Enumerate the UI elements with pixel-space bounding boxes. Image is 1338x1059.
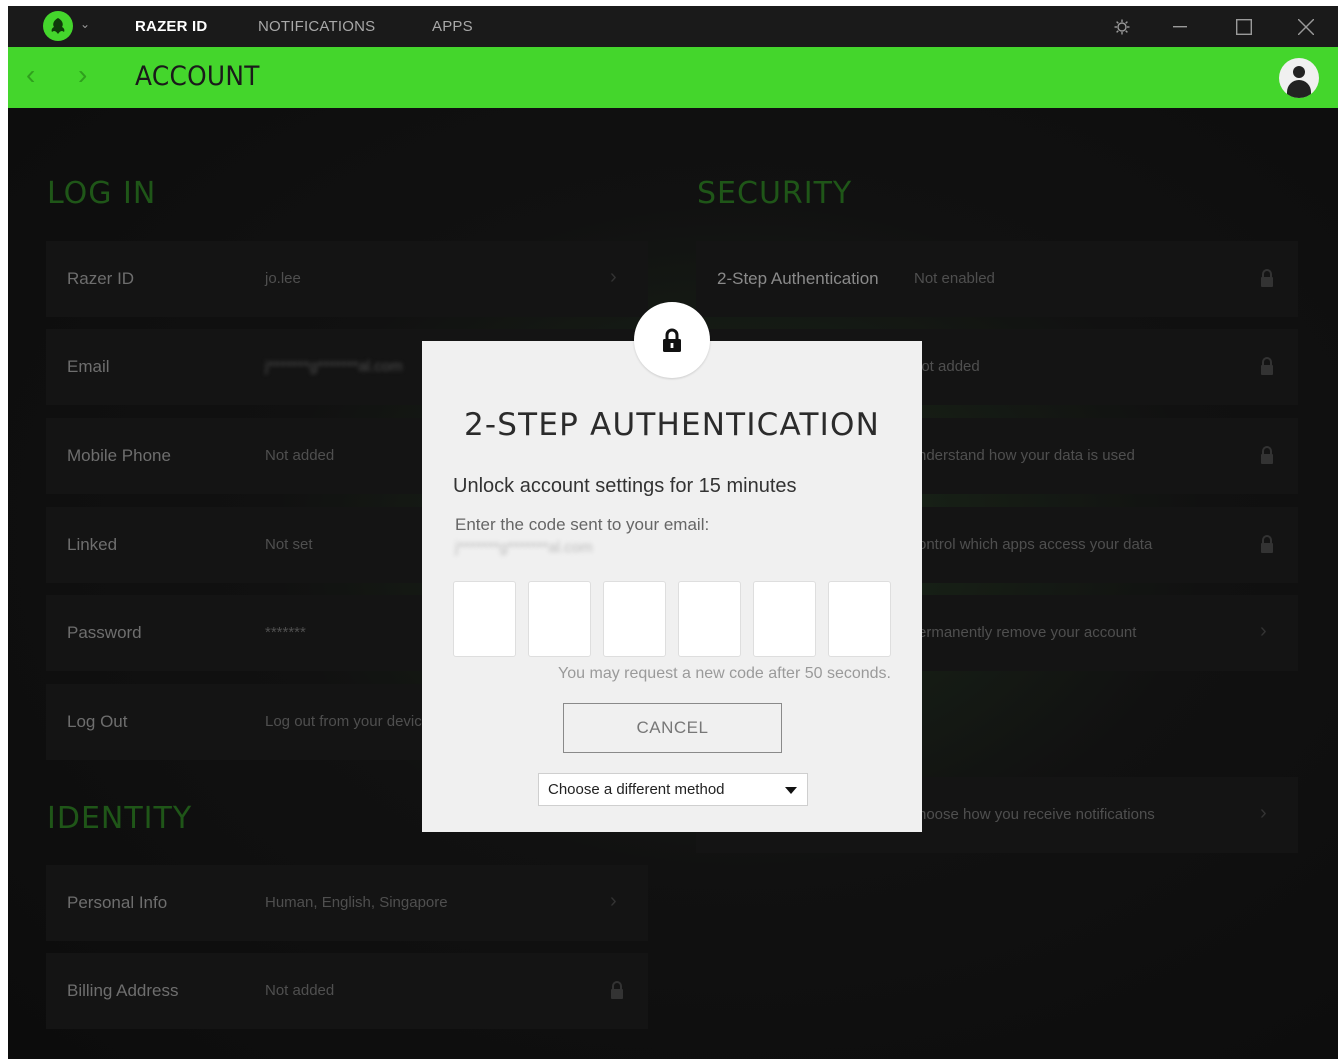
row-label: Linked (67, 535, 118, 554)
tab-notifications[interactable]: NOTIFICATIONS (258, 6, 375, 47)
method-select-label: Choose a different method (548, 781, 725, 798)
razer-snake-icon (51, 18, 65, 34)
row-value: jo.lee (265, 270, 301, 287)
row-value: Not added (265, 982, 335, 999)
row-label: Log Out (67, 712, 128, 731)
lock-icon (634, 302, 710, 378)
row-label: Billing Address (67, 981, 179, 1000)
chevron-right-icon: › (610, 890, 617, 912)
row-value: Not enabled (914, 270, 995, 287)
security-row-2fa[interactable]: 2-Step Authentication Not enabled (696, 241, 1298, 317)
row-value: Not added (265, 447, 335, 464)
code-digit-input[interactable] (603, 581, 666, 657)
resend-note: You may request a new code after 50 seco… (558, 665, 891, 682)
identity-row-personal-info[interactable]: Personal Info Human, English, Singapore … (46, 865, 648, 941)
lock-icon (1261, 269, 1273, 287)
row-label: Mobile Phone (67, 446, 171, 465)
lock-icon (1261, 357, 1273, 375)
tab-razer-id[interactable]: RAZER ID (135, 6, 207, 47)
forward-arrow-icon[interactable]: › (78, 61, 87, 89)
lock-icon (611, 981, 623, 999)
chevron-right-icon: › (1260, 620, 1267, 642)
row-label: Personal Info (67, 893, 168, 912)
cancel-button[interactable]: CANCEL (563, 703, 782, 753)
row-value: ontrol which apps access your data (918, 536, 1153, 553)
tab-apps[interactable]: APPS (432, 6, 473, 47)
row-value: hoose how you receive notifications (918, 806, 1155, 823)
row-value: ermanently remove your account (918, 624, 1137, 641)
dialog-title: 2-STEP AUTHENTICATION (464, 407, 880, 443)
row-value: Not set (265, 536, 313, 553)
avatar[interactable] (1279, 58, 1319, 98)
app-window: ⌄ RAZER ID NOTIFICATIONS APPS ‹ › ACCOUN… (8, 6, 1338, 1059)
title-bar: ⌄ RAZER ID NOTIFICATIONS APPS (8, 6, 1338, 47)
page-header: ‹ › ACCOUNT (8, 47, 1338, 108)
code-prompt: Enter the code sent to your email: (455, 515, 710, 534)
razer-logo-icon[interactable] (43, 11, 73, 41)
code-digit-input[interactable] (753, 581, 816, 657)
caret-down-icon (785, 787, 797, 794)
security-section-title: SECURITY (697, 176, 853, 211)
two-step-auth-dialog: 2-STEP AUTHENTICATION Unlock account set… (422, 302, 922, 832)
row-label: Razer ID (67, 269, 135, 288)
chevron-right-icon: › (610, 266, 617, 288)
row-value: Human, English, Singapore (265, 894, 448, 911)
code-digit-input[interactable] (528, 581, 591, 657)
settings-gear-icon[interactable] (1099, 6, 1145, 47)
masked-email: j*******g*******al.com (455, 539, 593, 556)
minimize-icon[interactable] (1157, 6, 1203, 47)
identity-row-billing[interactable]: Billing Address Not added (46, 953, 648, 1029)
row-value: nderstand how your data is used (918, 447, 1135, 464)
row-value: lot added (918, 358, 980, 375)
row-label: 2-Step Authentication (717, 269, 879, 288)
code-digit-input[interactable] (453, 581, 516, 657)
page-title: ACCOUNT (135, 61, 260, 92)
row-value: j*******g*******al.com (265, 358, 403, 375)
row-value: Log out from your devic (265, 713, 422, 730)
lock-icon (1261, 535, 1273, 553)
lock-icon (1261, 446, 1273, 464)
close-icon[interactable] (1283, 6, 1329, 47)
row-label: Password (67, 623, 142, 642)
row-value: ******* (265, 624, 306, 641)
login-row-razer-id[interactable]: Razer ID jo.lee › (46, 241, 648, 317)
login-section-title: LOG IN (47, 176, 157, 211)
identity-section-title: IDENTITY (47, 801, 193, 836)
code-digit-input[interactable] (828, 581, 891, 657)
code-digit-input[interactable] (678, 581, 741, 657)
chevron-down-icon[interactable]: ⌄ (80, 17, 90, 31)
back-arrow-icon[interactable]: ‹ (26, 61, 35, 89)
dialog-subtitle: Unlock account settings for 15 minutes (453, 475, 797, 497)
method-select[interactable]: Choose a different method (538, 773, 808, 806)
row-label: Email (67, 357, 110, 376)
maximize-icon[interactable] (1221, 6, 1267, 47)
chevron-right-icon: › (1260, 802, 1267, 824)
